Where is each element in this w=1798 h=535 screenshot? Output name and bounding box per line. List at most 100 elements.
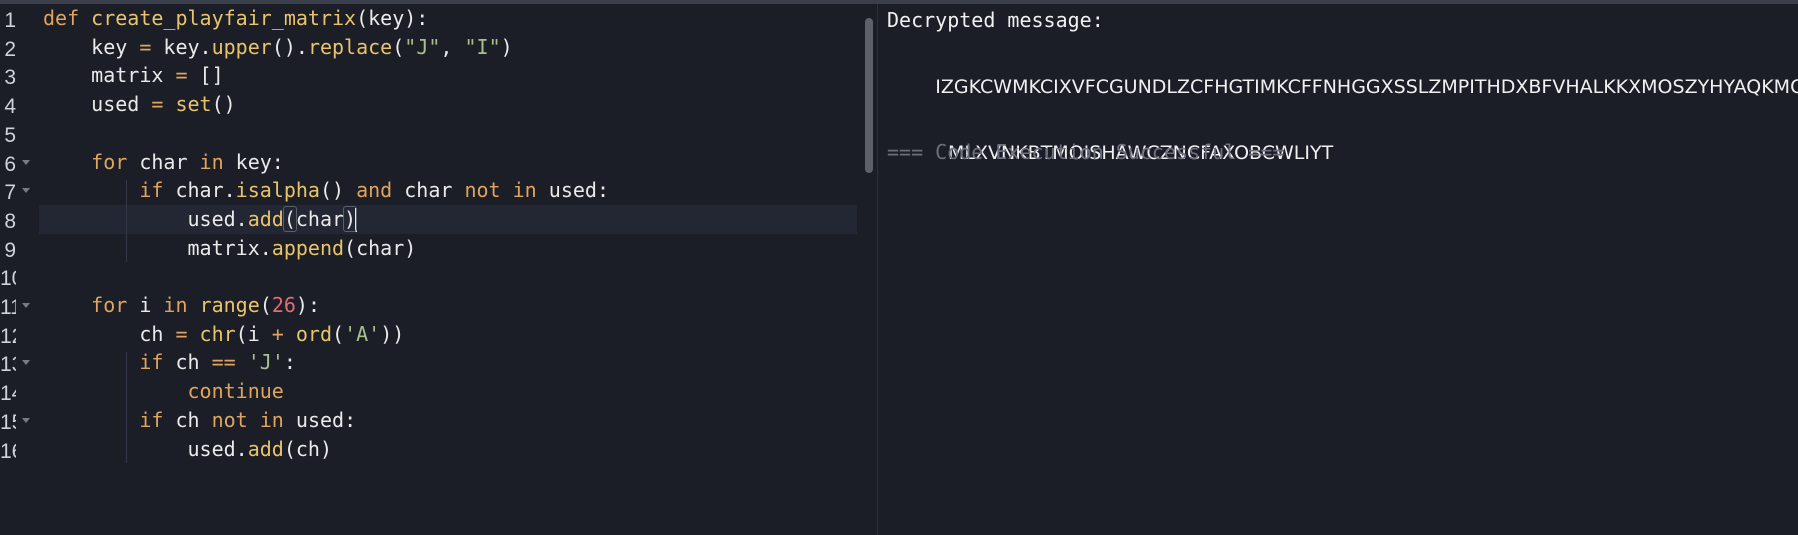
code-line[interactable]: matrix.append(char)	[43, 234, 416, 263]
code-token: and	[356, 178, 393, 203]
code-token: add	[247, 206, 284, 231]
code-token: 26	[271, 293, 296, 317]
code-token: matrix	[43, 63, 176, 88]
code-runner-app: 12345678910111213141516 def create_playf…	[0, 0, 1798, 535]
code-line[interactable]: ch = chr(i + ord('A'))	[43, 320, 404, 349]
code-token: =	[139, 34, 152, 59]
code-line[interactable]: used = set()	[43, 90, 236, 119]
code-token: used	[43, 92, 152, 117]
code-line[interactable]: if ch not in used:	[43, 406, 356, 435]
code-token: in	[199, 149, 224, 174]
code-token: (key):	[356, 6, 429, 30]
code-token: char	[295, 206, 345, 231]
code-token: in	[512, 178, 537, 203]
indent-guide	[126, 180, 127, 263]
code-token: in	[259, 407, 284, 432]
code-line[interactable]: matrix = []	[43, 61, 223, 90]
code-token: if	[139, 350, 164, 375]
text-caret	[355, 208, 358, 233]
code-line[interactable]: if char.isalpha() and char not in used:	[43, 176, 609, 205]
code-token: used.	[43, 436, 248, 461]
code-token: in	[163, 293, 188, 317]
fold-arrow-icon[interactable]	[22, 360, 30, 366]
code-token: char	[127, 149, 200, 174]
code-area[interactable]: def create_playfair_matrix(key): key = k…	[43, 4, 863, 535]
code-line[interactable]: used.add(char)	[43, 205, 358, 234]
code-token: :	[283, 350, 296, 375]
code-token: (char)	[344, 235, 417, 260]
code-token: ))	[380, 321, 405, 346]
code-token: used:	[283, 407, 357, 432]
fold-arrow-icon[interactable]	[22, 417, 30, 423]
code-token: ch	[43, 321, 176, 346]
code-line[interactable]: def create_playfair_matrix(key):	[43, 4, 428, 33]
code-token: replace	[307, 34, 393, 59]
code-token: =	[175, 321, 188, 346]
fold-arrow-icon[interactable]	[22, 303, 30, 308]
code-token: continue	[187, 379, 284, 404]
code-token: (	[392, 34, 405, 59]
execution-status: === Code Execution Successful ===	[887, 140, 1285, 164]
code-token: i	[127, 293, 164, 317]
code-token: key	[43, 34, 140, 59]
code-token: key.	[151, 34, 212, 59]
code-token: for	[91, 149, 128, 174]
code-editor[interactable]: 12345678910111213141516 def create_playf…	[0, 4, 867, 535]
editor-scrollbar[interactable]	[865, 18, 873, 173]
code-token: def	[43, 6, 80, 30]
code-line[interactable]: continue	[43, 377, 284, 406]
code-token: 'J'	[247, 350, 284, 375]
code-line[interactable]: key = key.upper().replace("J", "I")	[43, 33, 513, 62]
code-token: set	[175, 92, 212, 117]
code-token: ()	[211, 92, 236, 117]
code-token: not	[464, 178, 501, 203]
code-token: (i	[235, 321, 272, 346]
code-token: upper	[211, 34, 272, 59]
code-token: 'A'	[344, 321, 381, 346]
code-token: (	[259, 293, 272, 317]
code-token: char	[392, 178, 465, 203]
code-token: add	[247, 436, 284, 461]
indent-guide	[126, 352, 127, 464]
code-token: chr	[199, 321, 236, 346]
code-token: ):	[295, 293, 321, 317]
code-token: not	[211, 407, 248, 432]
code-token: ch	[163, 407, 212, 432]
code-line[interactable]: for char in key:	[43, 148, 284, 177]
code-token: "J"	[404, 34, 441, 59]
code-token: used.	[43, 206, 248, 231]
output-label: Decrypted message:	[887, 8, 1104, 32]
code-token: ().	[271, 34, 308, 59]
code-line[interactable]: used.add(ch)	[43, 435, 332, 464]
code-token: append	[271, 235, 345, 260]
code-token: used:	[536, 178, 609, 203]
code-token: key:	[223, 149, 284, 174]
code-token: +	[271, 321, 284, 346]
code-token: )	[500, 34, 513, 59]
code-token: (	[282, 205, 297, 232]
output-panel: Decrypted message: IZGKCWMKCIXVFCGUNDLZC…	[878, 4, 1798, 535]
code-line[interactable]: for i in range(26):	[43, 291, 320, 320]
code-token: matrix.	[43, 235, 272, 260]
fold-arrow-icon[interactable]	[22, 188, 30, 194]
code-token: =	[151, 92, 164, 117]
code-line[interactable]: if ch == 'J':	[43, 348, 296, 377]
code-token: =	[175, 63, 188, 88]
line-number: 16	[0, 439, 16, 463]
code-token: (	[332, 321, 345, 346]
code-token: create_playfair_matrix	[91, 6, 357, 30]
fold-arrow-icon[interactable]	[22, 159, 30, 165]
code-token: char.	[163, 178, 236, 203]
code-token: range	[199, 293, 260, 317]
code-token: ord	[295, 321, 333, 346]
